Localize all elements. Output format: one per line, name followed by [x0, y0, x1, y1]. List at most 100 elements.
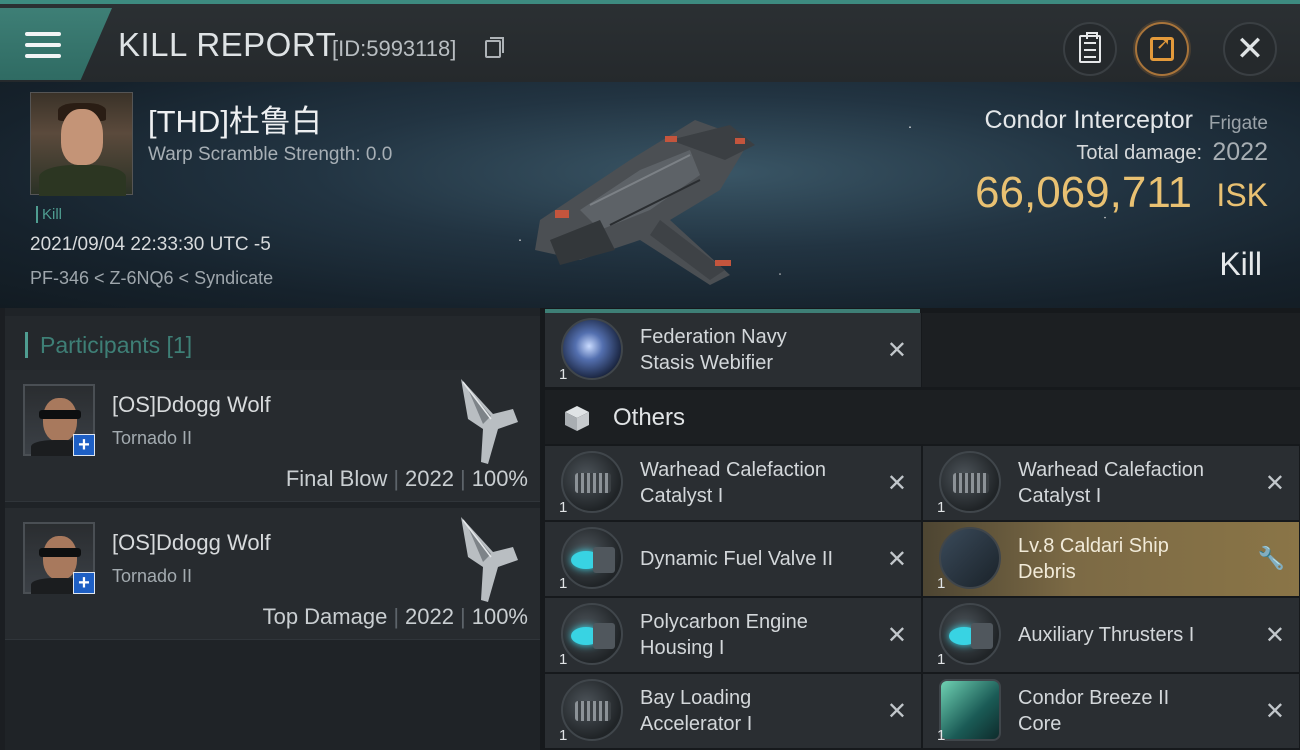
participants-panel: Participants [1] + [OS]Ddogg Wolf Tornad… [5, 308, 540, 750]
item-row[interactable]: 1 Bay Loading Accelerator I ✕ [545, 674, 921, 748]
item-quantity: 1 [937, 727, 946, 744]
destroyed-icon: ✕ [1264, 469, 1285, 497]
close-icon: ✕ [1235, 29, 1265, 69]
header-bar: KILL REPORT [ID:5993118] ✕ [0, 0, 1300, 82]
participant-portrait[interactable]: + [23, 384, 95, 456]
close-button[interactable]: ✕ [1223, 22, 1277, 76]
add-contact-icon[interactable]: + [73, 572, 95, 594]
item-quantity: 1 [937, 651, 946, 668]
item-quantity: 1 [937, 499, 946, 516]
item-name-line1: Polycarbon Engine [640, 611, 808, 633]
item-name-line1: Bay Loading [640, 687, 752, 709]
item-name-line1: Warhead Calefaction [1018, 459, 1205, 481]
item-name-line2: Stasis Webifier [640, 352, 774, 374]
kill-report-screen: KILL REPORT [ID:5993118] ✕ [THD]杜鲁白 Warp… [0, 0, 1300, 750]
item-row[interactable]: 1 Polycarbon Engine Housing I ✕ [545, 598, 921, 672]
item-name-line1: Federation Navy [640, 326, 787, 348]
item-name-line1: Warhead Calefaction [640, 459, 827, 481]
item-name-line2: Catalyst I [640, 485, 724, 507]
item-name-line1: Dynamic Fuel Valve II [640, 548, 834, 570]
copy-icon[interactable] [485, 37, 504, 58]
warp-scramble-strength: Warp Scramble Strength: 0.0 [148, 144, 393, 165]
item-name: Bay Loading Accelerator I [640, 685, 885, 737]
participant-row[interactable]: + [OS]Ddogg Wolf Tornado II Final Blow | 2… [5, 370, 540, 502]
item-name-line1: Auxiliary Thrusters I [1018, 624, 1195, 646]
participants-header: Participants [1] [5, 316, 540, 370]
item-name: Polycarbon Engine Housing I [640, 609, 885, 661]
participant-percent: 100% [471, 466, 528, 491]
item-name: Lv.8 Caldari Ship Debris [1018, 533, 1263, 585]
victim-portrait[interactable] [30, 92, 133, 196]
empty-item-slot [922, 313, 1300, 387]
item-quantity: 1 [559, 651, 568, 668]
others-title: Others [613, 404, 686, 431]
engine-housing-icon [561, 603, 623, 665]
participant-ship-image [461, 379, 518, 464]
fuel-valve-icon [561, 527, 623, 589]
participant-damage: 2022 [405, 604, 454, 629]
item-row-highlighted[interactable]: 1 Lv.8 Caldari Ship Debris 🔧 [923, 522, 1299, 596]
item-name: Warhead Calefaction Catalyst I [640, 457, 885, 509]
item-row[interactable]: 1 Dynamic Fuel Valve II ✕ [545, 522, 921, 596]
item-name-line2: Core [1018, 713, 1062, 735]
victim-ship-image [535, 120, 755, 285]
clipboard-icon [1079, 32, 1101, 63]
item-name-line2: Housing I [640, 637, 725, 659]
participant-stats: Top Damage | 2022 | 100% [262, 604, 528, 629]
isk-value: 66,069,711 [975, 168, 1192, 217]
item-quantity: 1 [559, 499, 568, 516]
wrench-icon[interactable]: 🔧 [1258, 547, 1285, 572]
share-icon [1150, 33, 1174, 61]
thruster-icon [939, 603, 1001, 665]
participant-stat-label: Top Damage [262, 604, 388, 629]
item-name: Dynamic Fuel Valve II [640, 546, 885, 572]
destroyed-icon: ✕ [886, 545, 907, 573]
add-contact-icon[interactable]: + [73, 434, 95, 456]
kill-location: PF-346 < Z-6NQ6 < Syndicate [30, 268, 274, 288]
catalyst-icon [939, 451, 1001, 513]
total-damage-value: 2022 [1212, 138, 1268, 166]
item-name-line1: Lv.8 Caldari Ship [1018, 535, 1169, 557]
participant-stat-label: Final Blow [285, 466, 388, 491]
participant-ship-image [461, 517, 518, 602]
item-quantity: 1 [559, 575, 568, 592]
item-quantity: 1 [559, 727, 568, 744]
page-title: KILL REPORT [118, 26, 337, 63]
menu-button[interactable] [0, 8, 112, 80]
core-icon [939, 679, 1001, 741]
item-row[interactable]: 1 Warhead Calefaction Catalyst I ✕ [923, 446, 1299, 520]
kill-status: Kill [1219, 246, 1262, 282]
participant-percent: 100% [471, 604, 528, 629]
victim-ship-class: Frigate [1208, 113, 1268, 134]
destroyed-icon: ✕ [1264, 697, 1285, 725]
item-row[interactable]: 1 Federation Navy Stasis Webifier ✕ [545, 313, 921, 387]
accelerator-icon [561, 679, 623, 741]
participants-title: Participants [1] [25, 332, 192, 358]
destroyed-icon: ✕ [886, 336, 907, 364]
participant-stats: Final Blow | 2022 | 100% [285, 466, 528, 491]
victim-name[interactable]: [THD]杜鲁白 [148, 96, 322, 141]
clipboard-button[interactable] [1063, 22, 1117, 76]
others-section-header: Others [545, 390, 1300, 444]
destroyed-icon: ✕ [1264, 621, 1285, 649]
item-name: Warhead Calefaction Catalyst I [1018, 457, 1263, 509]
victim-ship-name[interactable]: Condor Interceptor [985, 106, 1193, 135]
share-button[interactable] [1135, 22, 1189, 76]
item-name-line2: Catalyst I [1018, 485, 1102, 507]
report-id: [ID:5993118] [332, 36, 457, 61]
item-row[interactable]: 1 Auxiliary Thrusters I ✕ [923, 598, 1299, 672]
item-name: Federation Navy Stasis Webifier [640, 324, 885, 376]
item-name: Condor Breeze II Core [1018, 685, 1263, 737]
destroyed-icon: ✕ [886, 469, 907, 497]
participant-row[interactable]: + [OS]Ddogg Wolf Tornado II Top Damage | 2… [5, 508, 540, 640]
kill-timestamp: 2021/09/04 22:33:30 UTC -5 [30, 234, 271, 255]
participant-portrait[interactable]: + [23, 522, 95, 594]
catalyst-icon [561, 451, 623, 513]
item-row[interactable]: 1 Warhead Calefaction Catalyst I ✕ [545, 446, 921, 520]
item-row[interactable]: 1 Condor Breeze II Core ✕ [923, 674, 1299, 748]
participant-ship: Tornado II [112, 428, 193, 448]
stasis-webifier-icon [561, 318, 623, 380]
item-name: Auxiliary Thrusters I [1018, 622, 1263, 648]
destroyed-icon: ✕ [886, 621, 907, 649]
item-quantity: 1 [559, 366, 568, 383]
